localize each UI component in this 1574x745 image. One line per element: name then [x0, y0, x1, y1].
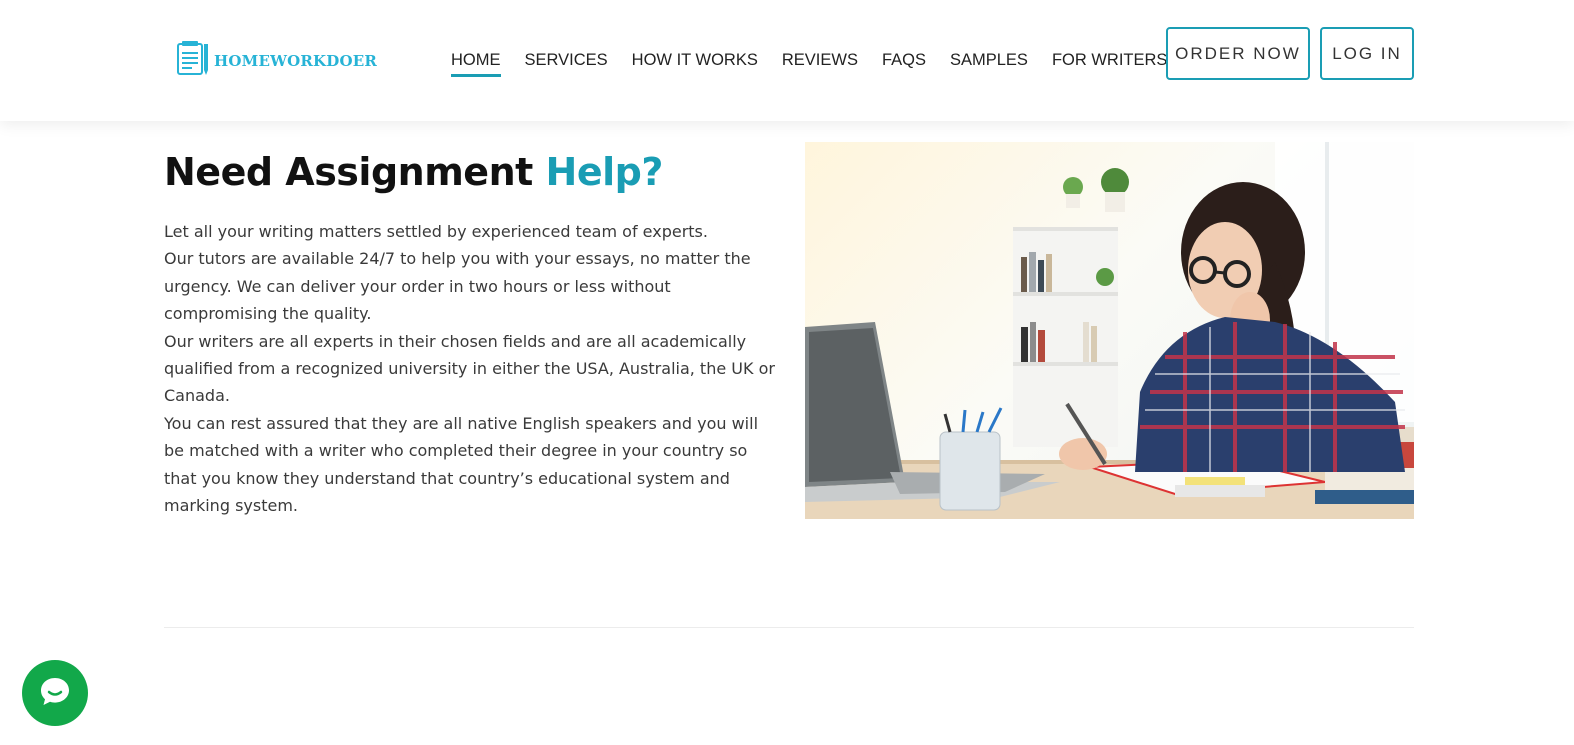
chat-bubble-icon: [38, 674, 72, 713]
title-main: Need Assignment: [164, 150, 533, 194]
nav-item-for-writers[interactable]: FOR WRITERS: [1052, 43, 1168, 78]
title-accent: Help?: [545, 150, 664, 194]
login-button[interactable]: LOG IN: [1320, 27, 1414, 80]
page-title: Need Assignment Help?: [164, 150, 663, 194]
hero-image: [805, 142, 1414, 519]
section-divider: [164, 627, 1414, 628]
nav-item-reviews[interactable]: REVIEWS: [782, 43, 858, 78]
nav-item-faqs[interactable]: FAQS: [882, 43, 926, 78]
order-now-button[interactable]: ORDER NOW: [1166, 27, 1310, 80]
logo-text: HOMEWORKDOER: [214, 51, 378, 70]
nav-item-home[interactable]: HOME: [451, 43, 501, 78]
hero-description: Let all your writing matters settled by …: [164, 218, 779, 519]
nav-item-samples[interactable]: SAMPLES: [950, 43, 1028, 78]
nav-item-services[interactable]: SERVICES: [525, 43, 608, 78]
paragraph-intro: Let all your writing matters settled by …: [164, 222, 708, 241]
logo[interactable]: HOMEWORKDOER: [176, 40, 377, 81]
paragraph-tutors: Our tutors are available 24/7 to help yo…: [164, 249, 751, 324]
paragraph-writers: Our writers are all experts in their cho…: [164, 331, 775, 406]
paragraph-native-speakers: You can rest assured that they are all n…: [164, 413, 759, 516]
chat-widget-button[interactable]: [22, 660, 88, 726]
main-nav: HOME SERVICES HOW IT WORKS REVIEWS FAQS …: [451, 0, 1191, 121]
notepad-pencil-icon: [176, 40, 210, 81]
site-header: HOMEWORKDOER HOME SERVICES HOW IT WORKS …: [0, 0, 1574, 121]
nav-item-how-it-works[interactable]: HOW IT WORKS: [632, 43, 758, 78]
